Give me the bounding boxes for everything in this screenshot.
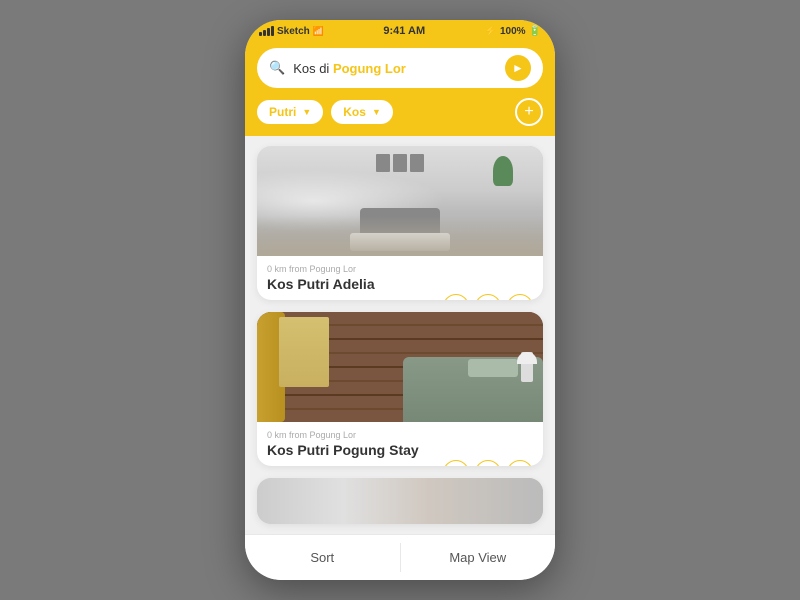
tour-button-1[interactable]: ⟳: [443, 294, 469, 300]
listing-card-3-partial: [257, 478, 543, 524]
window: [279, 317, 329, 387]
bottom-nav: Sort Map View: [245, 534, 555, 580]
wall-frames: [376, 154, 424, 172]
battery-icon: 🔋: [529, 26, 541, 37]
action-icons-1: ⟳ ♡ ⊕: [443, 294, 533, 300]
battery-label: 100%: [500, 26, 526, 37]
search-prefix: Kos di: [293, 61, 333, 76]
filter-putri[interactable]: Putri ▼: [257, 100, 323, 124]
listing-info-1: 0 km from Pogung Lor Kos Putri Adelia Rp…: [257, 256, 543, 300]
listing-info-2: 0 km from Pogung Lor Kos Putri Pogung St…: [257, 422, 543, 466]
search-bar-wrapper: 🔍 Kos di Pogung Lor ►: [245, 42, 555, 98]
location-button-2[interactable]: ⊕: [507, 460, 533, 466]
price-row-1: Rp 1.200.000,00 / bulan ⟳ ♡ ⊕: [267, 294, 533, 300]
carrier-label: Sketch: [277, 26, 310, 37]
location-button-1[interactable]: ⊕: [507, 294, 533, 300]
map-view-button[interactable]: Map View: [401, 535, 556, 580]
signal-icon: [259, 26, 274, 36]
status-left: Sketch 📶: [259, 26, 324, 37]
plant-decor: [493, 156, 513, 186]
price-row-2: Rp 1.000.000,00 / bulan ⟳ ♡ ⊕: [267, 460, 533, 466]
wifi-icon: 📶: [313, 26, 324, 37]
bluetooth-icon: ⚡: [485, 26, 497, 37]
pillow: [468, 359, 518, 377]
bed-linen: [350, 233, 450, 251]
search-text: Kos di Pogung Lor: [293, 61, 497, 76]
favorite-button-1[interactable]: ♡: [475, 294, 501, 300]
status-bar: Sketch 📶 9:41 AM ⚡ 100% 🔋: [245, 20, 555, 42]
phone-frame: Sketch 📶 9:41 AM ⚡ 100% 🔋 🔍 Kos di Pogun…: [245, 20, 555, 580]
listing-image-3: [257, 478, 543, 524]
tour-button-2[interactable]: ⟳: [443, 460, 469, 466]
listing-image-1: [257, 146, 543, 256]
lamp: [521, 352, 533, 382]
listings-content: 0 km from Pogung Lor Kos Putri Adelia Rp…: [245, 136, 555, 534]
search-bar[interactable]: 🔍 Kos di Pogung Lor ►: [257, 48, 543, 88]
search-highlight: Pogung Lor: [333, 61, 406, 76]
filter-kos-label: Kos: [343, 105, 366, 119]
distance-label-1: 0 km from Pogung Lor: [267, 264, 533, 274]
kos-name-2: Kos Putri Pogung Stay: [267, 442, 533, 458]
send-button[interactable]: ►: [505, 55, 531, 81]
status-right: ⚡ 100% 🔋: [485, 26, 541, 37]
clock: 9:41 AM: [383, 25, 425, 37]
bed-headboard: [360, 208, 440, 238]
listing-image-2: [257, 312, 543, 422]
chevron-down-icon: ▼: [372, 107, 381, 117]
filter-putri-label: Putri: [269, 105, 296, 119]
filter-bar: Putri ▼ Kos ▼ +: [245, 98, 555, 136]
distance-label-2: 0 km from Pogung Lor: [267, 430, 533, 440]
scroll-area[interactable]: 0 km from Pogung Lor Kos Putri Adelia Rp…: [245, 136, 555, 534]
chevron-down-icon: ▼: [302, 107, 311, 117]
favorite-button-2[interactable]: ♡: [475, 460, 501, 466]
listing-card-2: 0 km from Pogung Lor Kos Putri Pogung St…: [257, 312, 543, 466]
search-icon: 🔍: [269, 60, 285, 76]
listing-card-1: 0 km from Pogung Lor Kos Putri Adelia Rp…: [257, 146, 543, 300]
sort-button[interactable]: Sort: [245, 535, 400, 580]
filter-kos[interactable]: Kos ▼: [331, 100, 393, 124]
kos-name-1: Kos Putri Adelia: [267, 276, 533, 292]
action-icons-2: ⟳ ♡ ⊕: [443, 460, 533, 466]
add-filter-button[interactable]: +: [515, 98, 543, 126]
